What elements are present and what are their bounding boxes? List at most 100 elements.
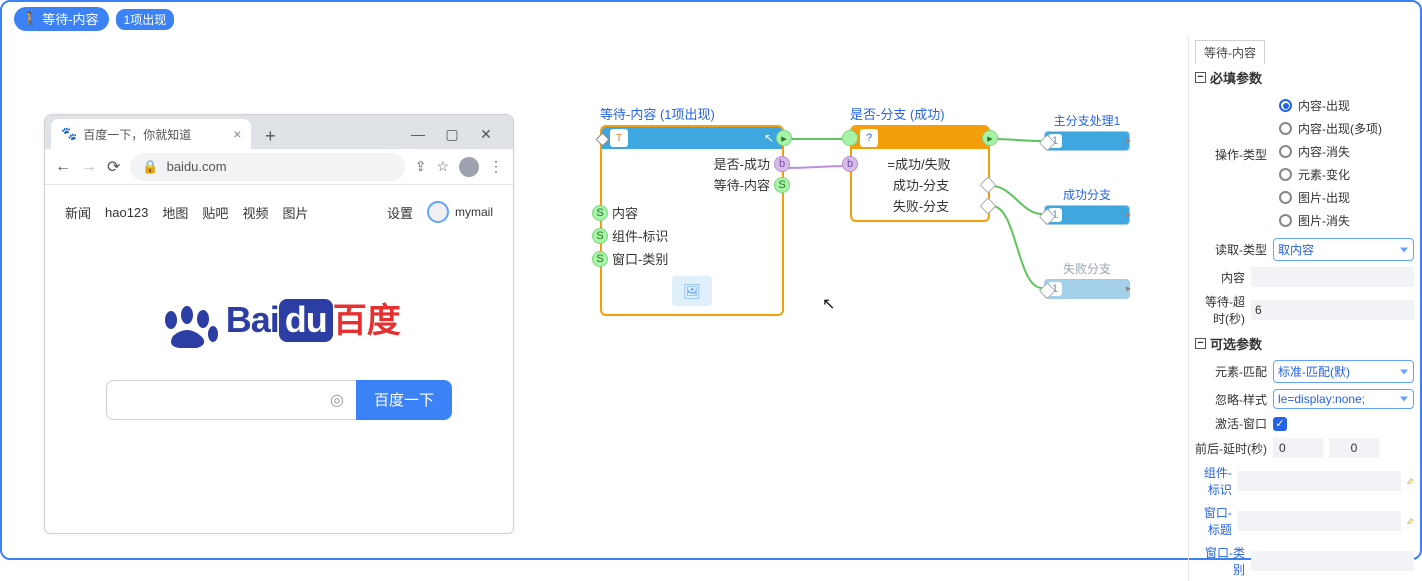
radio-icon [1279, 168, 1292, 181]
mini-node-success[interactable]: 成功分支 1▸ [1044, 186, 1130, 225]
avatar-icon [427, 201, 449, 223]
nav-link[interactable]: 图片 [282, 203, 308, 222]
delay-before-input[interactable] [1273, 438, 1323, 458]
port-string[interactable]: S [774, 177, 790, 193]
nav-link[interactable]: 视频 [242, 203, 268, 222]
properties-panel: 等待-内容 −必填参数 操作-类型 内容-出现 内容-出现(多项) 内容-消失 … [1188, 36, 1420, 581]
nav-link[interactable]: 新闻 [65, 203, 91, 222]
radio-icon [1279, 99, 1292, 112]
port-string-in[interactable]: S [592, 228, 608, 244]
share-icon[interactable]: ⇪ [415, 158, 427, 175]
nav-link[interactable]: 贴吧 [202, 203, 228, 222]
port-bool[interactable]: b [774, 156, 790, 172]
nav-link[interactable]: hao123 [105, 205, 148, 220]
comp-id-input[interactable] [1238, 471, 1401, 491]
wait-timeout-input[interactable] [1251, 300, 1414, 320]
browser-addressbar: ← → ⟳ 🔒 baidu.com ⇪ ☆ ⋮ [45, 149, 513, 185]
reload-button[interactable]: ⟳ [107, 157, 120, 177]
node-wait-content[interactable]: T ↖ ▸ 是否-成功b 等待-内容S S内容 S组件-标识 S窗口-类别 🖼 [600, 125, 784, 316]
close-tab-icon[interactable]: × [233, 126, 241, 142]
node-branch[interactable]: ? ▸ b=成功/失败 成功-分支 失败-分支 [850, 125, 990, 222]
camera-icon[interactable]: ◎ [330, 390, 344, 410]
radio-icon [1279, 214, 1292, 227]
element-match-label: 元素-匹配 [1195, 363, 1267, 380]
node1-input-port[interactable] [595, 132, 609, 146]
url-field[interactable]: 🔒 baidu.com [130, 153, 404, 181]
node2-exec-out[interactable]: ▸ [982, 130, 998, 146]
browser-window: 🐾 百度一下，你就知道 × + — ▢ ✕ ← → ⟳ [44, 114, 514, 534]
win-title-input[interactable] [1238, 511, 1401, 531]
element-match-select[interactable]: 标准-匹配(默) [1273, 360, 1414, 383]
baidu-search: ◎ 百度一下 [65, 380, 493, 420]
activate-window-checkbox[interactable] [1273, 417, 1287, 431]
walk-icon: 🚶 [22, 11, 38, 27]
forward-button[interactable]: → [81, 158, 97, 176]
port-string-in[interactable]: S [592, 205, 608, 221]
new-tab-button[interactable]: + [257, 123, 283, 149]
win-class-label: 窗口-类别 [1195, 544, 1245, 578]
radio-option[interactable]: 图片-消失 [1273, 209, 1414, 232]
node2-header[interactable]: ? ▸ [852, 127, 988, 149]
radio-option[interactable]: 元素-变化 [1273, 163, 1414, 186]
app-root: 🚶 等待-内容 1项出现 🐾 百度一下，你就知道 × + — ▢ [0, 0, 1422, 560]
minimize-button[interactable]: — [405, 126, 431, 143]
browser-body: 新闻 hao123 地图 贴吧 视频 图片 设置 mymail [45, 185, 513, 436]
star-icon[interactable]: ☆ [436, 158, 449, 175]
port-string-in[interactable]: S [592, 251, 608, 267]
content-input[interactable] [1251, 267, 1414, 287]
user-avatar[interactable]: mymail [427, 201, 493, 223]
delay-after-input[interactable] [1329, 438, 1379, 458]
cursor-icon: ↖ [764, 131, 774, 145]
chevron-right-icon: ▸ [1126, 284, 1131, 295]
nav-link[interactable]: 地图 [162, 203, 188, 222]
search-button[interactable]: 百度一下 [356, 380, 452, 420]
ignore-style-select[interactable]: le=display:none; [1273, 389, 1414, 409]
radio-option[interactable]: 内容-出现 [1273, 94, 1414, 117]
mini-node-fail[interactable]: 失败分支 1▸ [1044, 260, 1130, 299]
delay-label: 前后-延时(秒) [1195, 440, 1267, 457]
read-type-label: 读取-类型 [1195, 241, 1267, 258]
profile-icon[interactable] [459, 157, 479, 177]
section-required[interactable]: −必填参数 [1189, 64, 1420, 91]
browser-tab-active[interactable]: 🐾 百度一下，你就知道 × [51, 119, 251, 149]
out-success-branch: 成功-分支 [893, 175, 949, 194]
logo-du: du [279, 299, 333, 342]
win-class-input[interactable] [1251, 551, 1414, 571]
node2-exec-in[interactable] [842, 130, 858, 146]
radio-option[interactable]: 内容-出现(多项) [1273, 117, 1414, 140]
edit-icon[interactable] [1407, 474, 1414, 488]
settings-link[interactable]: 设置 [387, 203, 413, 222]
content-label: 内容 [1195, 269, 1245, 286]
menu-icon[interactable]: ⋮ [489, 158, 503, 175]
maximize-button[interactable]: ▢ [439, 126, 465, 143]
ignore-style-label: 忽略-样式 [1195, 391, 1267, 408]
node1-exec-out[interactable]: ▸ [776, 130, 792, 146]
lock-icon: 🔒 [142, 159, 158, 175]
node1-header[interactable]: T ↖ ▸ [602, 127, 782, 149]
radio-option[interactable]: 内容-消失 [1273, 140, 1414, 163]
chevron-right-icon: ▸ [1126, 136, 1131, 147]
canvas[interactable]: 🐾 百度一下，你就知道 × + — ▢ ✕ ← → ⟳ [2, 36, 1188, 581]
main-area: 🐾 百度一下，你就知道 × + — ▢ ✕ ← → ⟳ [2, 36, 1420, 581]
port-bool-in[interactable]: b [842, 156, 858, 172]
search-input[interactable]: ◎ [106, 380, 356, 420]
radio-option[interactable]: 图片-出现 [1273, 186, 1414, 209]
read-type-select[interactable]: 取内容 [1273, 238, 1414, 261]
node2-body: b=成功/失败 成功-分支 失败-分支 [852, 149, 988, 220]
baidu-topnav: 新闻 hao123 地图 贴吧 视频 图片 设置 mymail [65, 201, 493, 223]
win-title-label: 窗口-标题 [1195, 504, 1232, 538]
section-optional[interactable]: −可选参数 [1189, 330, 1420, 357]
image-placeholder-icon: 🖼 [672, 276, 712, 306]
paw-logo-icon [157, 306, 221, 350]
mini-node-main[interactable]: 主分支处理1 1▸ [1044, 112, 1130, 151]
node2-title: 是否-分支 (成功) [850, 104, 945, 123]
mini-title: 失败分支 [1044, 260, 1130, 277]
edit-icon[interactable] [1407, 514, 1414, 528]
branch-icon: ? [860, 129, 878, 147]
port-branch-out[interactable] [980, 197, 997, 214]
close-window-button[interactable]: ✕ [473, 126, 499, 143]
port-branch-out[interactable] [980, 176, 997, 193]
panel-tab[interactable]: 等待-内容 [1195, 40, 1265, 64]
in-comp-id: 组件-标识 [612, 226, 668, 245]
back-button[interactable]: ← [55, 158, 71, 176]
